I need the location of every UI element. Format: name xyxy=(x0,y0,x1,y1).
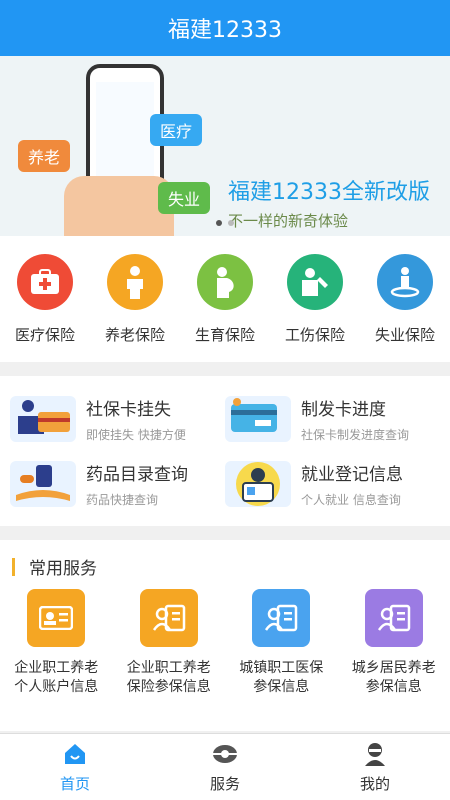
pregnant-woman-icon xyxy=(197,254,253,310)
promo-banner[interactable]: 养老 医疗 失业 福建12333全新改版 不一样的新奇体验 xyxy=(0,56,450,236)
quick-medicine-catalog[interactable]: 药品目录查询 药品快捷查询 xyxy=(10,451,225,516)
page-title: 福建12333 xyxy=(168,18,282,43)
tab-label: 服务 xyxy=(209,775,240,793)
insurance-label: 生育保险 xyxy=(194,326,255,344)
tab-home[interactable]: 首页 xyxy=(0,734,150,800)
injured-worker-icon xyxy=(287,254,343,310)
quick-subtitle: 个人就业 信息查询 xyxy=(301,492,401,507)
tab-label: 首页 xyxy=(59,775,90,793)
quick-services: 社保卡挂失 即使挂失 快捷方便 制发卡进度 社保卡制发进度查询 药品目录查询 药… xyxy=(0,376,450,526)
service-label: 企业职工养老 保险参保信息 xyxy=(126,660,211,695)
employment-icon xyxy=(225,460,291,507)
person-document-icon xyxy=(252,589,311,647)
banner-tag-pension: 养老 xyxy=(18,140,71,172)
service-pension-account[interactable]: 企业职工养老 个人账户信息 xyxy=(0,589,113,697)
quick-title: 药品目录查询 xyxy=(86,464,188,485)
elderly-person-icon xyxy=(107,254,163,310)
insurance-injury[interactable]: 工伤保险 xyxy=(275,254,355,345)
quick-subtitle: 即使挂失 快捷方便 xyxy=(86,427,186,442)
banner-tag-medical: 医疗 xyxy=(150,114,203,146)
insurance-label: 工伤保险 xyxy=(284,326,345,344)
person-on-pedestal-icon xyxy=(377,254,433,310)
quick-subtitle: 药品快捷查询 xyxy=(86,492,159,507)
eye-icon xyxy=(212,741,238,767)
banner-tag-unemployment: 失业 xyxy=(158,182,211,214)
quick-card-progress[interactable]: 制发卡进度 社保卡制发进度查询 xyxy=(225,386,440,451)
person-document-icon xyxy=(364,589,423,647)
quick-card-loss[interactable]: 社保卡挂失 即使挂失 快捷方便 xyxy=(10,386,225,451)
id-card-icon xyxy=(27,589,86,647)
tab-label: 我的 xyxy=(359,775,390,793)
person-document-icon xyxy=(139,589,198,647)
service-label: 城镇职工医保 参保信息 xyxy=(239,660,324,695)
carousel-dot[interactable] xyxy=(228,220,234,226)
banner-title: 福建12333全新改版 xyxy=(228,180,430,205)
insurance-label: 医疗保险 xyxy=(14,326,75,344)
quick-title: 就业登记信息 xyxy=(301,464,403,485)
insurance-label: 养老保险 xyxy=(104,326,165,344)
medicine-book-icon xyxy=(10,460,76,507)
carousel-dots[interactable] xyxy=(0,220,450,226)
service-label: 企业职工养老 个人账户信息 xyxy=(14,660,99,695)
quick-title: 社保卡挂失 xyxy=(86,399,171,420)
carousel-dot[interactable] xyxy=(216,220,222,226)
service-rural-pension[interactable]: 城乡居民养老 参保信息 xyxy=(338,589,450,697)
quick-title: 制发卡进度 xyxy=(301,399,386,420)
tab-services[interactable]: 服务 xyxy=(150,734,300,800)
section-header: 常用服务 xyxy=(0,554,450,579)
insurance-maternity[interactable]: 生育保险 xyxy=(185,254,265,345)
tab-mine[interactable]: 我的 xyxy=(300,734,450,800)
quick-employment-info[interactable]: 就业登记信息 个人就业 信息查询 xyxy=(225,451,440,516)
service-label: 城乡居民养老 参保信息 xyxy=(351,660,436,695)
medical-kit-icon xyxy=(17,254,73,310)
quick-subtitle: 社保卡制发进度查询 xyxy=(301,427,410,442)
insurance-unemployment[interactable]: 失业保险 xyxy=(365,254,445,345)
common-services: 常用服务 企业职工养老 个人账户信息 企业职工养老 保险参保信息 城镇职工医保 参保信… xyxy=(0,540,450,731)
card-loss-icon xyxy=(10,395,76,442)
service-urban-medical[interactable]: 城镇职工医保 参保信息 xyxy=(225,589,338,697)
insurance-categories: 医疗保险 养老保险 生育保险 工伤保险 失业保险 xyxy=(0,236,450,362)
insurance-label: 失业保险 xyxy=(374,326,435,344)
service-pension-insured[interactable]: 企业职工养老 保险参保信息 xyxy=(113,589,226,697)
bottom-tab-bar: 首页 服务 我的 xyxy=(0,733,450,800)
user-icon xyxy=(362,741,388,767)
home-icon xyxy=(62,741,88,767)
card-progress-icon xyxy=(225,395,291,442)
insurance-medical[interactable]: 医疗保险 xyxy=(5,254,85,345)
section-title: 常用服务 xyxy=(29,559,97,579)
insurance-pension[interactable]: 养老保险 xyxy=(95,254,175,345)
app-header: 福建12333 xyxy=(0,0,450,56)
section-accent-bar xyxy=(12,557,15,576)
